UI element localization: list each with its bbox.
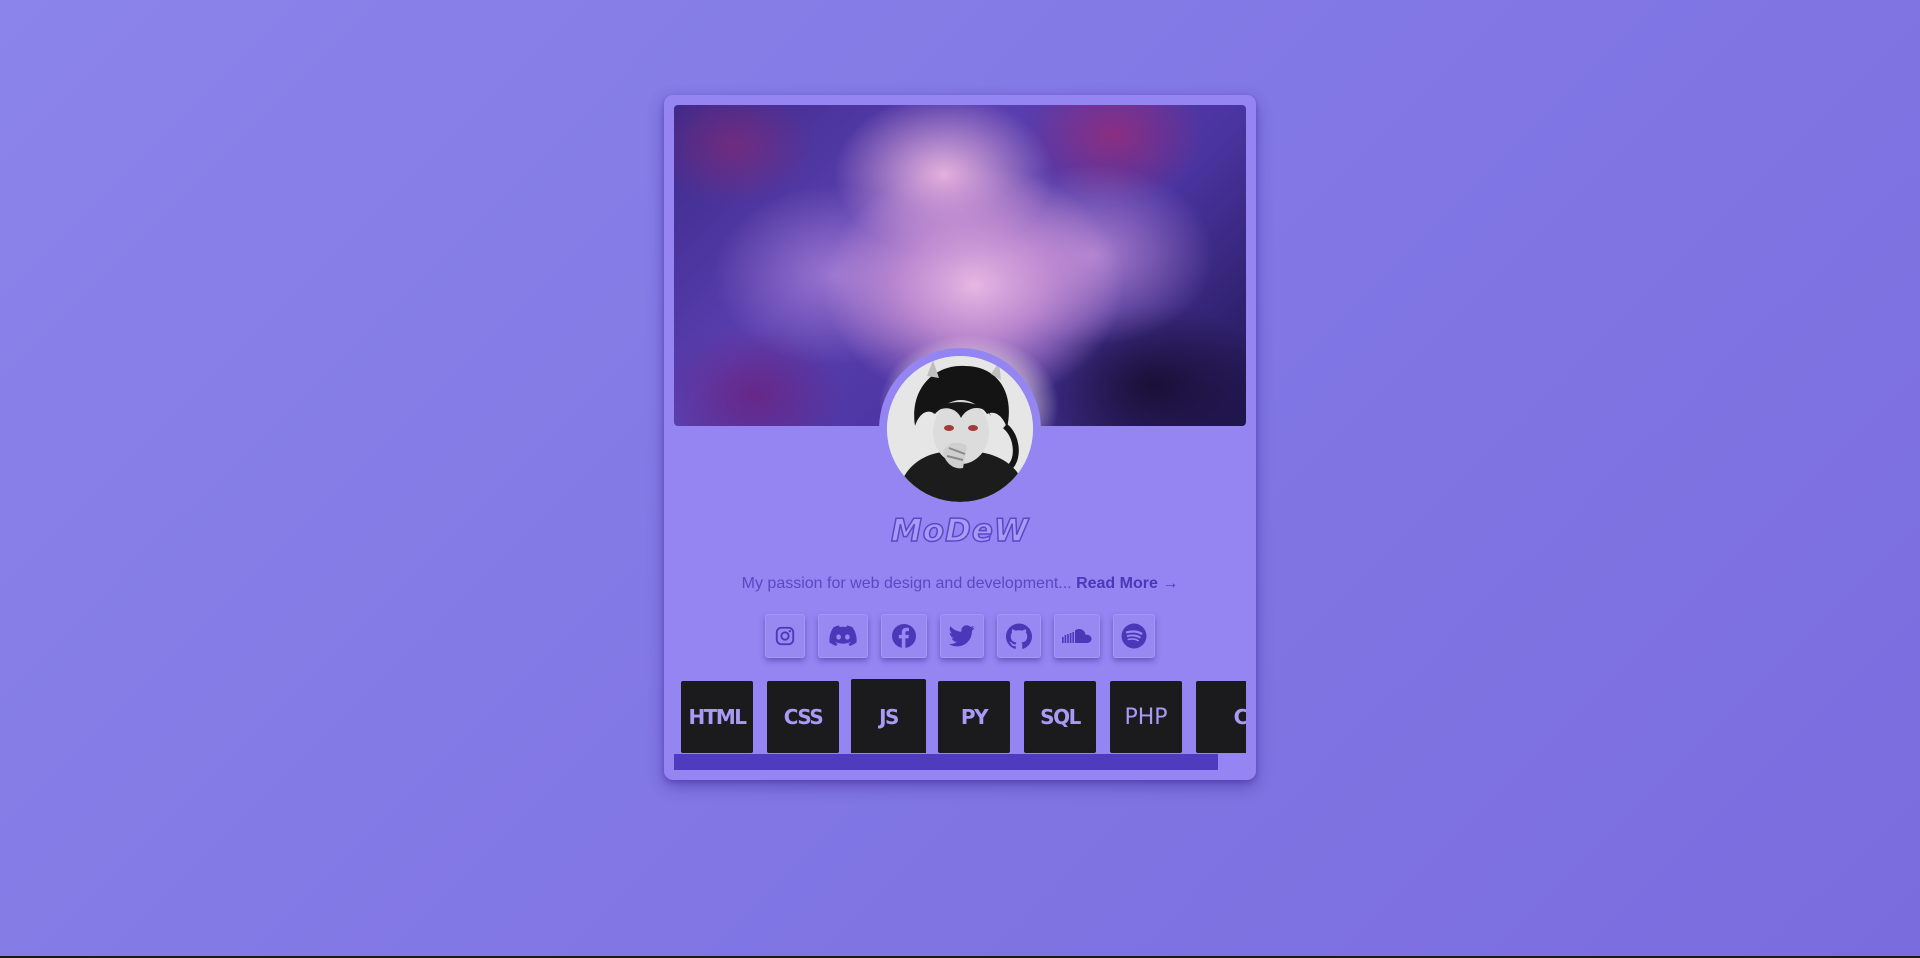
twitter-icon bbox=[949, 625, 975, 647]
skills-carousel[interactable]: HTML CSS JS PY SQL PHP C# bbox=[674, 673, 1246, 753]
instagram-button[interactable] bbox=[765, 614, 805, 658]
carousel-scrollbar[interactable] bbox=[674, 754, 1218, 770]
read-more-link[interactable]: Read More → bbox=[1076, 575, 1178, 592]
skill-php[interactable]: PHP bbox=[1110, 681, 1182, 753]
profile-bio: My passion for web design and developmen… bbox=[664, 575, 1256, 593]
instagram-icon bbox=[775, 626, 795, 646]
skill-html[interactable]: HTML bbox=[681, 681, 753, 753]
skill-sql[interactable]: SQL bbox=[1024, 681, 1096, 753]
skill-js[interactable]: JS bbox=[851, 679, 926, 753]
profile-card: MoDeW My passion for web design and deve… bbox=[664, 95, 1256, 780]
soundcloud-button[interactable] bbox=[1054, 614, 1100, 658]
skill-py[interactable]: PY bbox=[938, 681, 1010, 753]
avatar bbox=[887, 356, 1033, 502]
avatar-ring bbox=[879, 348, 1041, 510]
github-button[interactable] bbox=[997, 614, 1041, 658]
github-icon bbox=[1006, 623, 1032, 649]
soundcloud-icon bbox=[1062, 629, 1092, 643]
spotify-icon bbox=[1121, 623, 1147, 649]
profile-name: MoDeW bbox=[890, 512, 1030, 550]
bio-text: My passion for web design and developmen… bbox=[741, 575, 1077, 592]
discord-icon bbox=[829, 625, 857, 646]
social-links bbox=[664, 614, 1256, 658]
facebook-button[interactable] bbox=[881, 614, 927, 658]
spotify-button[interactable] bbox=[1113, 614, 1155, 658]
skill-csharp[interactable]: C# bbox=[1196, 681, 1246, 753]
twitter-button[interactable] bbox=[940, 614, 984, 658]
skill-css[interactable]: CSS bbox=[767, 681, 839, 753]
discord-button[interactable] bbox=[818, 614, 868, 658]
facebook-icon bbox=[892, 624, 916, 648]
